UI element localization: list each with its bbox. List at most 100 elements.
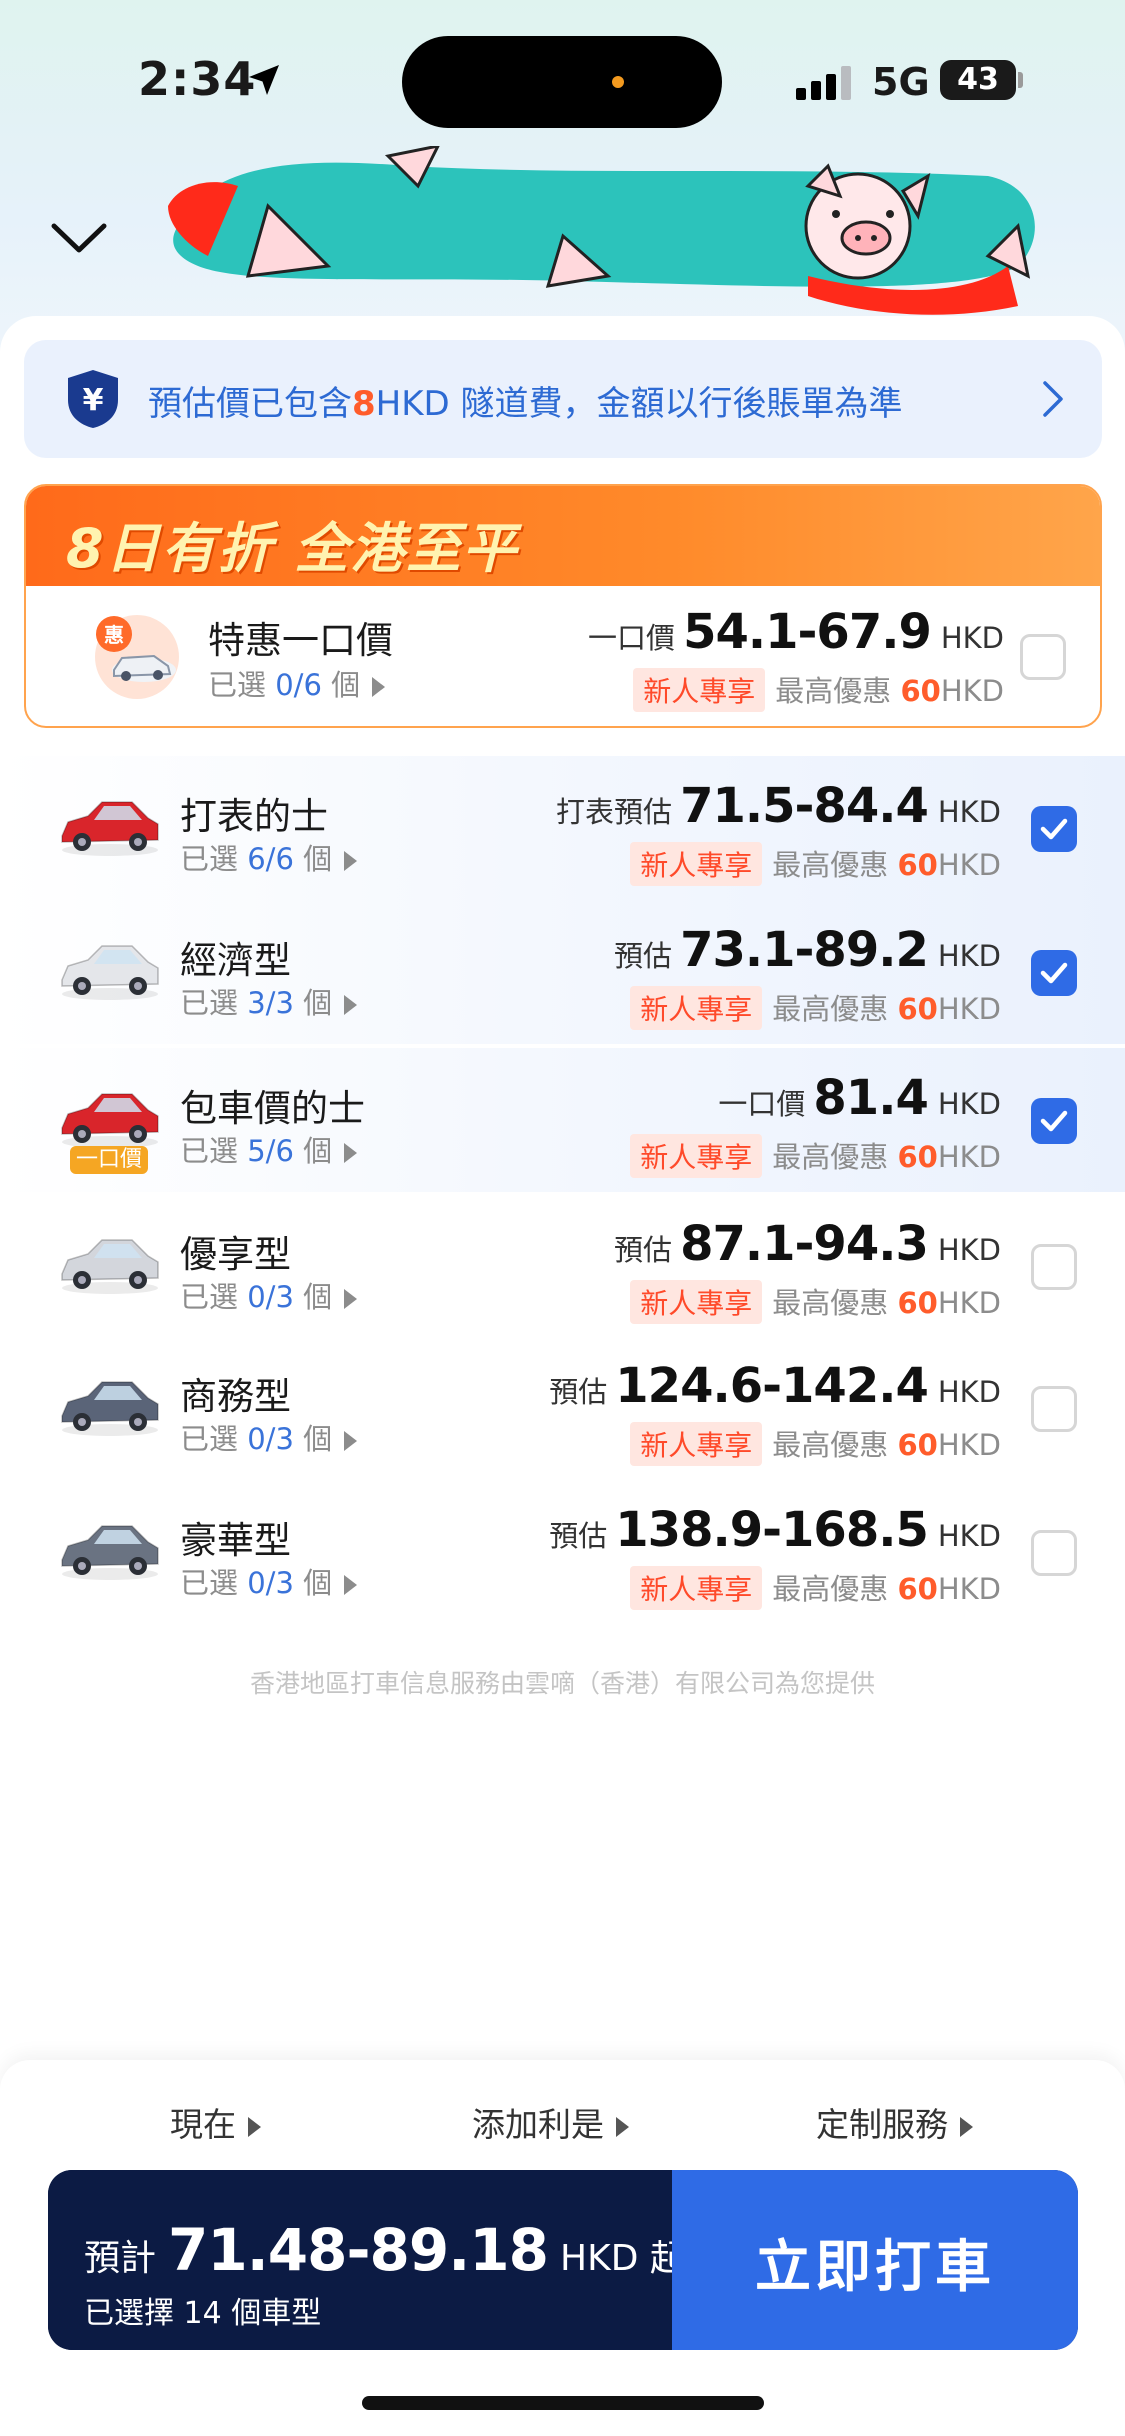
- ride-name: 優享型: [180, 1233, 291, 1276]
- promo-card: 8日有折 全港至平 惠 特惠一口價 已選 0/6 個 一口價 54.1-67.9 H…: [24, 484, 1102, 728]
- triangle-right-icon: [344, 995, 358, 1015]
- ride-selected-count[interactable]: 已選 3/3 個: [180, 980, 358, 1022]
- ride-name: 經濟型: [180, 939, 291, 982]
- battery-icon: 43: [940, 60, 1016, 100]
- ride-discount: 新人專享 最高優惠 60HKD: [630, 1566, 1001, 1610]
- ride-discount: 新人專享 最高優惠 60HKD: [633, 668, 1004, 712]
- selected-types-count: 已選擇 14 個車型: [84, 2296, 322, 2331]
- ride-option-row[interactable]: 商務型 已選 0/3 個 預估 124.6-142.4 HKD 新人專享 最高優惠 60HK…: [0, 1336, 1125, 1480]
- fixed-price-badge: 一口價: [70, 1146, 148, 1174]
- svg-text:¥: ¥: [83, 383, 104, 418]
- ride-name: 商務型: [180, 1375, 291, 1418]
- call-now-button[interactable]: 立即打車: [672, 2170, 1078, 2350]
- new-user-tag: 新人專享: [630, 1566, 763, 1610]
- status-time: 2:34: [138, 52, 257, 106]
- privacy-indicator-icon: [612, 76, 624, 88]
- ride-price: 預估 87.1-94.3 HKD: [614, 1216, 1001, 1272]
- car-icon: [61, 1093, 159, 1148]
- new-user-tag: 新人專享: [630, 1422, 763, 1466]
- new-user-tag: 新人專享: [630, 986, 763, 1030]
- ride-checkbox[interactable]: [1031, 1098, 1077, 1144]
- location-arrow-icon: [249, 65, 279, 95]
- ride-option-row[interactable]: 經濟型 已選 3/3 個 預估 73.1-89.2 HKD 新人專享 最高優惠 60HKD: [0, 900, 1125, 1044]
- triangle-right-icon: [344, 1289, 358, 1309]
- new-user-tag: 新人專享: [630, 1134, 763, 1178]
- pickup-time-option[interactable]: 現在: [170, 2098, 261, 2146]
- triangle-right-icon: [344, 1575, 358, 1595]
- custom-service-option[interactable]: 定制服務: [816, 2098, 973, 2146]
- ride-selected-count[interactable]: 已選 0/3 個: [180, 1274, 358, 1316]
- ride-option-row[interactable]: 一口價 包車價的士 已選 5/6 個 一口價 81.4 HKD 新人專享 最高優惠 60HKD: [0, 1048, 1125, 1192]
- ride-checkbox[interactable]: [1020, 634, 1066, 680]
- ride-option-special-fixed[interactable]: 惠 特惠一口價 已選 0/6 個 一口價 54.1-67.9 HKD 新人專享 最高優…: [26, 586, 1100, 726]
- new-user-tag: 新人專享: [633, 668, 766, 712]
- chevron-down-icon[interactable]: [50, 218, 108, 258]
- ride-selected-count[interactable]: 已選 0/3 個: [180, 1416, 358, 1458]
- car-icon: [61, 1525, 159, 1580]
- ride-checkbox[interactable]: [1031, 1386, 1077, 1432]
- ride-checkbox[interactable]: [1031, 806, 1077, 852]
- dynamic-island: [402, 36, 722, 128]
- triangle-right-icon: [616, 2116, 629, 2137]
- ride-price: 一口價 81.4 HKD: [718, 1070, 1001, 1126]
- car-icon: [61, 1381, 159, 1436]
- checkmark-icon: [1040, 1110, 1068, 1132]
- ride-option-row[interactable]: 豪華型 已選 0/3 個 預估 138.9-168.5 HKD 新人專享 最高優惠 60HK…: [0, 1480, 1125, 1624]
- promo-badge-char: 惠: [104, 623, 124, 647]
- promo-title: 8日有折 全港至平: [66, 517, 519, 580]
- ride-price: 預估 124.6-142.4 HKD: [549, 1358, 1001, 1414]
- ride-discount: 新人專享 最高優惠 60HKD: [630, 986, 1001, 1030]
- ride-price: 預估 73.1-89.2 HKD: [614, 922, 1001, 978]
- toll-notice-banner[interactable]: ¥ 預估價已包含8HKD 隧道費，金額以行後賬單為準: [24, 340, 1102, 458]
- shield-yen-icon: ¥: [68, 370, 118, 428]
- ride-option-row[interactable]: 優享型 已選 0/3 個 預估 87.1-94.3 HKD 新人專享 最高優惠 60HKD: [0, 1194, 1125, 1338]
- home-indicator[interactable]: [362, 2396, 764, 2410]
- ride-checkbox[interactable]: [1031, 1530, 1077, 1576]
- new-user-tag: 新人專享: [630, 1280, 763, 1324]
- estimate-unit: HKD 起: [560, 2238, 686, 2279]
- ride-price: 預估 138.9-168.5 HKD: [549, 1502, 1001, 1558]
- car-icon: [61, 1239, 159, 1294]
- ride-option-row[interactable]: 打表的士 已選 6/6 個 打表預估 71.5-84.4 HKD 新人專享 最高優惠 60H…: [0, 756, 1125, 900]
- checkmark-icon: [1040, 962, 1068, 984]
- chevron-right-icon: [1043, 381, 1063, 417]
- ride-discount: 新人專享 最高優惠 60HKD: [630, 1134, 1001, 1178]
- network-type: 5G: [872, 60, 930, 104]
- new-user-tag: 新人專享: [630, 842, 763, 886]
- triangle-right-icon: [960, 2116, 973, 2137]
- ride-selected-count[interactable]: 已選 0/6 個: [208, 662, 386, 704]
- ride-name: 特惠一口價: [208, 619, 393, 662]
- ride-selected-count[interactable]: 已選 6/6 個: [180, 836, 358, 878]
- cellular-signal-icon: [796, 66, 851, 100]
- triangle-right-icon: [372, 677, 386, 697]
- ride-name: 打表的士: [180, 795, 328, 838]
- estimate-value: 71.48-89.18: [168, 2216, 549, 2284]
- red-packet-option[interactable]: 添加利是: [472, 2098, 629, 2146]
- ride-name: 豪華型: [180, 1519, 291, 1562]
- ride-discount: 新人專享 最高優惠 60HKD: [630, 842, 1001, 886]
- ride-checkbox[interactable]: [1031, 950, 1077, 996]
- car-icon: [61, 945, 159, 1000]
- triangle-right-icon: [344, 1431, 358, 1451]
- status-bar: 2:34 5G 43: [0, 0, 1125, 160]
- checkmark-icon: [1040, 818, 1068, 840]
- fare-estimate[interactable]: 預計 71.48-89.18 HKD 起 已選擇 14 個車型: [48, 2170, 686, 2350]
- triangle-right-icon: [248, 2116, 261, 2137]
- ride-checkbox[interactable]: [1031, 1244, 1077, 1290]
- discount-car-icon: 惠: [95, 615, 179, 699]
- notice-text: 預估價已包含8HKD 隧道費，金額以行後賬單為準: [148, 384, 903, 424]
- ride-name: 包車價的士: [180, 1087, 365, 1130]
- battery-tip: [1018, 72, 1023, 88]
- ride-discount: 新人專享 最高優惠 60HKD: [630, 1422, 1001, 1466]
- car-icon: [61, 801, 159, 856]
- estimate-label: 預計: [84, 2238, 157, 2279]
- service-provider-footnote: 香港地區打車信息服務由雲嘀（香港）有限公司為您提供: [249, 1669, 875, 1698]
- call-ride-bar: 預計 71.48-89.18 HKD 起 已選擇 14 個車型 立即打車: [48, 2170, 1078, 2350]
- ride-selected-count[interactable]: 已選 5/6 個: [180, 1128, 358, 1170]
- ride-price: 打表預估 71.5-84.4 HKD: [556, 778, 1001, 834]
- ride-discount: 新人專享 最高優惠 60HKD: [630, 1280, 1001, 1324]
- pig-mascot-banner: [168, 146, 1035, 315]
- promo-header: 8日有折 全港至平: [26, 486, 1100, 586]
- triangle-right-icon: [344, 1143, 358, 1163]
- ride-selected-count[interactable]: 已選 0/3 個: [180, 1560, 358, 1602]
